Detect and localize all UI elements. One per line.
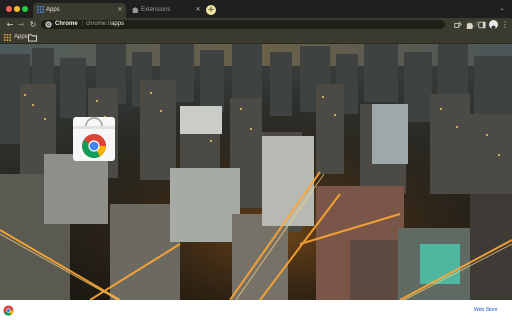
apps-grid-icon <box>4 34 11 41</box>
window-close-button[interactable] <box>6 6 12 12</box>
extension-icon[interactable] <box>454 21 462 29</box>
chrome-logo-icon <box>3 305 14 316</box>
puzzle-icon <box>132 7 139 13</box>
bookmark-folder-icon[interactable] <box>28 33 37 42</box>
apps-page-content <box>0 44 512 300</box>
toolbar: ← → ↻ Chrome | chrome://apps ☆ ⋮ <box>0 18 512 31</box>
site-chip-label: Chrome <box>55 21 78 27</box>
city-night-background-image <box>0 44 512 300</box>
web-store-link[interactable]: Web Store <box>474 306 498 314</box>
apps-page-footer: Web Store <box>0 300 512 320</box>
tab-label: Extensions <box>141 7 171 13</box>
chrome-site-icon <box>45 21 52 28</box>
address-bar[interactable]: Chrome | chrome://apps ☆ <box>41 20 480 29</box>
bookmark-label: Apps <box>14 34 28 40</box>
back-button[interactable]: ← <box>5 19 15 30</box>
tab-close-icon[interactable]: ✕ <box>194 6 202 14</box>
tab-label: Apps <box>46 7 60 13</box>
new-tab-button[interactable]: + <box>206 5 216 15</box>
window-minimize-button[interactable] <box>14 6 20 12</box>
tab-strip: Apps ✕ Extensions ✕ + ⌄ <box>0 0 512 18</box>
chrome-web-store-app-icon[interactable] <box>72 116 116 162</box>
forward-button[interactable]: → <box>16 19 26 30</box>
url-text: chrome://apps <box>86 21 125 27</box>
url-separator: | <box>82 21 84 27</box>
extensions-puzzle-icon[interactable] <box>466 21 474 29</box>
avatar-person-icon <box>491 25 496 29</box>
tab-apps[interactable]: Apps ✕ <box>33 3 126 18</box>
tab-close-icon[interactable]: ✕ <box>116 6 124 14</box>
side-panel-icon[interactable] <box>478 21 486 29</box>
window-maximize-button[interactable] <box>22 6 28 12</box>
tab-search-chevron-icon[interactable]: ⌄ <box>498 5 506 13</box>
apps-grid-icon <box>37 6 44 13</box>
more-menu-icon[interactable]: ⋮ <box>501 19 509 30</box>
reload-button[interactable]: ↻ <box>28 19 38 30</box>
bookmarks-bar: Apps <box>0 31 512 44</box>
tab-extensions[interactable]: Extensions ✕ <box>128 3 203 18</box>
profile-avatar[interactable] <box>489 20 498 29</box>
